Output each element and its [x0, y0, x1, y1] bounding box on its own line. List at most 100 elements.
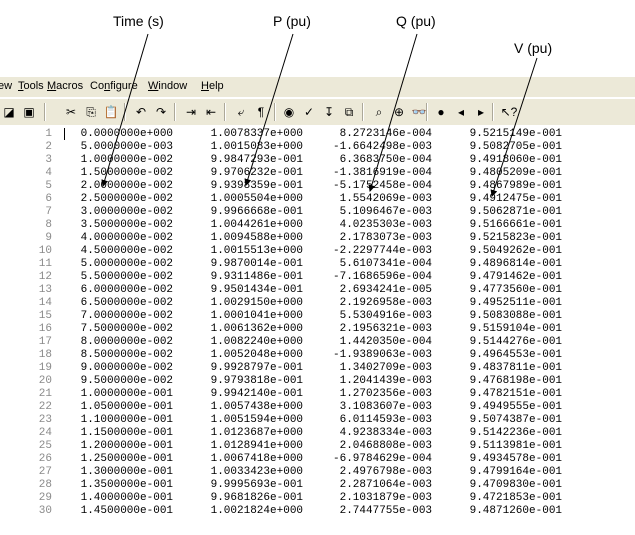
p-value: 1.0061362e+000	[204, 323, 304, 335]
q-value: 1.4420350e-004	[333, 336, 433, 348]
time-value: 6.0000000e-002	[74, 284, 174, 296]
previous-bookmark-icon[interactable]: ◂	[452, 103, 470, 121]
p-value: 9.9501434e-001	[204, 284, 304, 296]
menu-item-window[interactable]: Window	[148, 80, 187, 92]
q-value: 2.7447755e-003	[333, 505, 433, 517]
toolbar-separator	[362, 103, 364, 121]
q-value: 4.9238334e-003	[333, 427, 433, 439]
data-row: 12 5.5000000e-002 9.9311486e-001 -7.16865…	[0, 272, 635, 283]
v-value: 9.5083088e-001	[463, 310, 563, 322]
v-value: 9.4952511e-001	[463, 297, 563, 309]
cut-icon[interactable]: ✂	[62, 103, 80, 121]
q-value: 3.1083607e-003	[333, 401, 433, 413]
redo-icon[interactable]: ↷	[152, 103, 170, 121]
p-value: 1.0001041e+000	[204, 310, 304, 322]
data-row: 17 8.0000000e-002 1.0082240e+000 1.44203…	[0, 337, 635, 348]
time-value: 9.0000000e-002	[74, 362, 174, 374]
line-number: 6	[45, 193, 52, 205]
data-row: 13 6.0000000e-002 9.9501434e-001 2.69342…	[0, 285, 635, 296]
time-value: 1.0500000e-001	[74, 401, 174, 413]
indent-icon[interactable]: ⇥	[182, 103, 200, 121]
v-value: 9.5166661e-001	[463, 219, 563, 231]
time-value: 6.5000000e-002	[74, 297, 174, 309]
annotation-q: Q (pu)	[396, 13, 436, 29]
toolbar-separator	[44, 103, 46, 121]
line-number: 23	[38, 414, 52, 426]
v-value: 9.4721853e-001	[463, 492, 563, 504]
q-value: 1.5542069e-003	[333, 193, 433, 205]
q-value: 1.2702356e-003	[333, 388, 433, 400]
word-wrap-icon[interactable]: ⤶	[232, 103, 250, 121]
line-number: 24	[38, 427, 52, 439]
menu-item-macros[interactable]: Macros	[47, 80, 83, 92]
menu-item-tools[interactable]: Tools	[18, 80, 44, 92]
undo-icon[interactable]: ↶	[132, 103, 150, 121]
data-row: 9 4.0000000e-002 1.0094588e+000 2.178307…	[0, 233, 635, 244]
p-value: 1.0078337e+000	[204, 128, 304, 140]
q-value: 1.3402709e-003	[333, 362, 433, 374]
line-number: 22	[38, 401, 52, 413]
v-value: 9.5049262e-001	[463, 245, 563, 257]
data-row: 28 1.3500000e-001 9.9995693e-001 2.28710…	[0, 480, 635, 491]
line-number: 26	[38, 453, 52, 465]
sort-icon[interactable]: ↧	[320, 103, 338, 121]
data-row: 18 8.5000000e-002 1.0052048e+000 -1.93890…	[0, 350, 635, 361]
paste-icon[interactable]: 📋	[102, 103, 120, 121]
binoculars-icon[interactable]: 👓	[410, 103, 428, 121]
time-value: 0.0000000e+000	[74, 128, 174, 140]
q-value: 5.5304916e-003	[333, 310, 433, 322]
v-value: 9.5144276e-001	[463, 336, 563, 348]
sidebar-icon[interactable]: ▣	[20, 103, 38, 121]
line-number: 12	[38, 271, 52, 283]
p-value: 9.9681826e-001	[204, 492, 304, 504]
p-value: 1.0015513e+000	[204, 245, 304, 257]
line-number: 2	[45, 141, 52, 153]
line-number: 13	[38, 284, 52, 296]
data-row: 1 0.0000000e+000 1.0078337e+000 8.272314…	[0, 129, 635, 140]
time-value: 1.2000000e-001	[74, 440, 174, 452]
line-number: 11	[38, 258, 52, 270]
next-bookmark-icon[interactable]: ▸	[472, 103, 490, 121]
p-value: 9.9847293e-001	[204, 154, 304, 166]
pilcrow-icon[interactable]: ¶	[252, 103, 270, 121]
data-row: 2 5.0000000e-003 1.0015083e+000 -1.664249…	[0, 142, 635, 153]
p-value: 9.9995693e-001	[204, 479, 304, 491]
bookmark-icon[interactable]: ●	[432, 103, 450, 121]
menu-item-configure[interactable]: Configure	[90, 80, 138, 92]
v-value: 9.4896814e-001	[463, 258, 563, 270]
data-row: 19 9.0000000e-002 9.9928797e-001 1.34027…	[0, 363, 635, 374]
p-value: 1.0128941e+000	[204, 440, 304, 452]
copy-icon[interactable]: ⎘	[82, 103, 100, 121]
find-in-files-icon[interactable]: ⊕	[390, 103, 408, 121]
spell-check-icon[interactable]: ✓	[300, 103, 318, 121]
annotation-p: P (pu)	[273, 13, 311, 29]
data-row: 10 4.5000000e-002 1.0015513e+000 -2.22977…	[0, 246, 635, 257]
toolbar-separator	[174, 103, 176, 121]
time-value: 1.3000000e-001	[74, 466, 174, 478]
v-value: 9.4837811e-001	[463, 362, 563, 374]
time-value: 5.0000000e-002	[74, 258, 174, 270]
help-pointer-icon[interactable]: ↖?	[500, 103, 518, 121]
annotation-time: Time (s)	[113, 13, 164, 29]
q-value: -1.9389063e-003	[333, 349, 433, 361]
compare-icon[interactable]: ⧉	[340, 103, 358, 121]
line-number: 3	[45, 154, 52, 166]
line-number: 17	[38, 336, 52, 348]
v-value: 9.5159104e-001	[463, 323, 563, 335]
menu-item-help[interactable]: Help	[201, 80, 224, 92]
time-value: 1.5000000e-002	[74, 167, 174, 179]
menu-item-ew[interactable]: ew	[0, 80, 12, 92]
line-number: 10	[38, 245, 52, 257]
data-row: 27 1.3000000e-001 1.0033423e+000 2.49767…	[0, 467, 635, 478]
v-value: 9.4768198e-001	[463, 375, 563, 387]
find-icon[interactable]: ⌕	[370, 103, 388, 121]
v-value: 9.4791462e-001	[463, 271, 563, 283]
print-preview-icon[interactable]: ◪	[0, 103, 18, 121]
text-editor[interactable]: 1 0.0000000e+000 1.0078337e+000 8.272314…	[0, 125, 635, 535]
data-row: 11 5.0000000e-002 9.9870014e-001 5.61073…	[0, 259, 635, 270]
toolbar-separator	[224, 103, 226, 121]
line-number: 25	[38, 440, 52, 452]
globe-icon[interactable]: ◉	[280, 103, 298, 121]
q-value: -1.6642498e-003	[333, 141, 433, 153]
outdent-icon[interactable]: ⇤	[202, 103, 220, 121]
